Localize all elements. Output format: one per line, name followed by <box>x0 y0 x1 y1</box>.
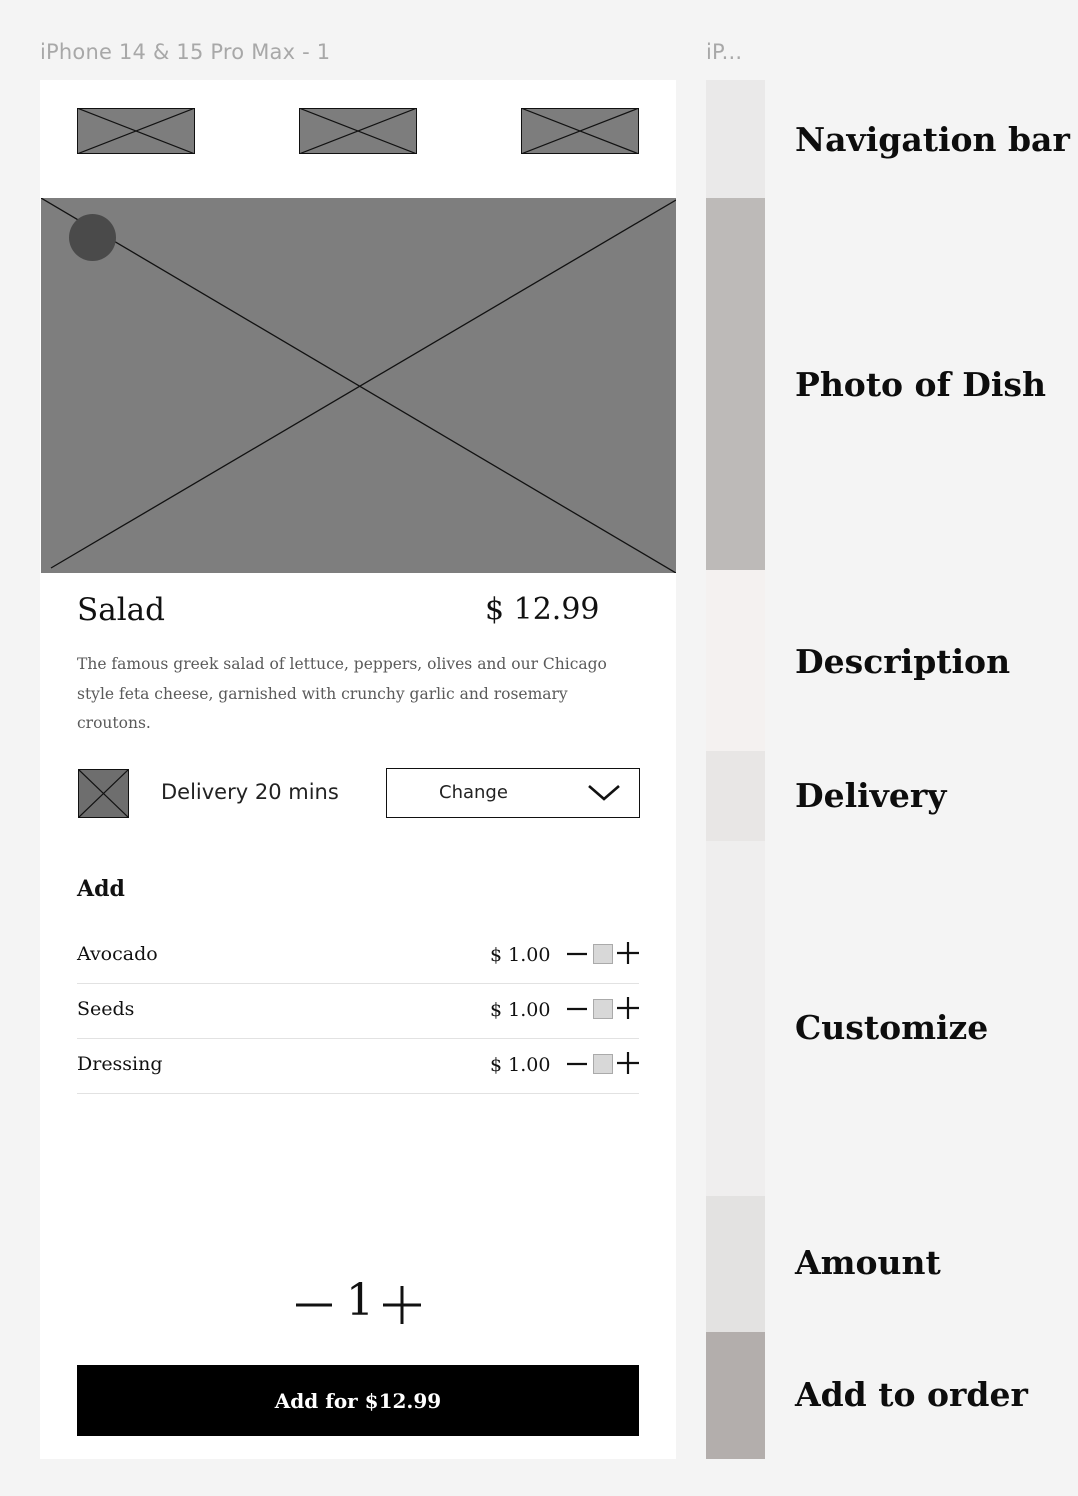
quantity-value: 1 <box>346 1275 374 1326</box>
minus-icon[interactable] <box>566 1053 588 1075</box>
addon-name: Seeds <box>77 998 135 1020</box>
change-label: Change <box>439 782 508 803</box>
frame-label: iPhone 14 & 15 Pro Max - 1 <box>40 40 331 64</box>
dish-photo-image-placeholder-icon <box>41 198 676 573</box>
minus-icon[interactable] <box>566 943 588 965</box>
phone-frame: Salad $ 12.99 The famous greek salad of … <box>40 80 676 1459</box>
addon-row: Dressing $ 1.00 <box>77 1038 639 1094</box>
addons-heading: Add <box>77 876 125 902</box>
annotation-bar-delivery <box>706 751 765 841</box>
addon-name: Avocado <box>77 943 158 965</box>
plus-icon[interactable] <box>616 1051 640 1075</box>
dish-price: $ 12.99 <box>485 592 600 627</box>
addon-quantity-box[interactable] <box>593 1054 613 1074</box>
annotation-bar-photo <box>706 198 765 570</box>
addon-row: Seeds $ 1.00 <box>77 983 639 1039</box>
plus-icon[interactable] <box>616 996 640 1020</box>
annotation-bar-navigation <box>706 80 765 198</box>
minus-icon[interactable] <box>566 998 588 1020</box>
annotation-bar-amount <box>706 1196 765 1332</box>
addon-quantity-box[interactable] <box>593 944 613 964</box>
annotation-delivery: Delivery <box>795 776 947 815</box>
addon-price: $ 1.00 <box>490 1054 551 1076</box>
dish-title: Salad <box>77 592 165 628</box>
annotation-navigation-bar: Navigation bar <box>795 120 1070 159</box>
plus-icon[interactable] <box>616 941 640 965</box>
addon-row: Avocado $ 1.00 <box>77 928 639 984</box>
nav-item-2-image-placeholder-icon[interactable] <box>299 108 417 154</box>
addon-quantity-box[interactable] <box>593 999 613 1019</box>
second-frame-label: iP... <box>706 40 743 64</box>
addon-price: $ 1.00 <box>490 944 551 966</box>
annotation-photo-of-dish: Photo of Dish <box>795 365 1046 404</box>
delivery-change-dropdown[interactable]: Change <box>386 768 640 818</box>
delivery-image-placeholder-icon <box>78 769 129 818</box>
addon-name: Dressing <box>77 1053 163 1075</box>
nav-item-3-image-placeholder-icon[interactable] <box>521 108 639 154</box>
quantity-minus-icon[interactable] <box>295 1290 333 1320</box>
delivery-time: Delivery 20 mins <box>161 780 339 804</box>
annotation-customize: Customize <box>795 1008 989 1047</box>
annotation-bar-add-to-order <box>706 1332 765 1459</box>
addon-price: $ 1.00 <box>490 999 551 1021</box>
quantity-plus-icon[interactable] <box>382 1285 422 1325</box>
annotation-description: Description <box>795 642 1011 681</box>
chevron-down-icon <box>588 785 620 801</box>
add-to-order-button[interactable]: Add for $12.99 <box>77 1365 639 1436</box>
dish-description: The famous greek salad of lettuce, peppe… <box>77 655 607 732</box>
nav-item-1-image-placeholder-icon[interactable] <box>77 108 195 154</box>
annotation-bar-customize <box>706 841 765 1196</box>
annotation-add-to-order: Add to order <box>795 1375 1028 1414</box>
annotation-bar-description <box>706 570 765 751</box>
annotation-amount: Amount <box>795 1243 941 1282</box>
back-icon[interactable] <box>69 214 116 261</box>
